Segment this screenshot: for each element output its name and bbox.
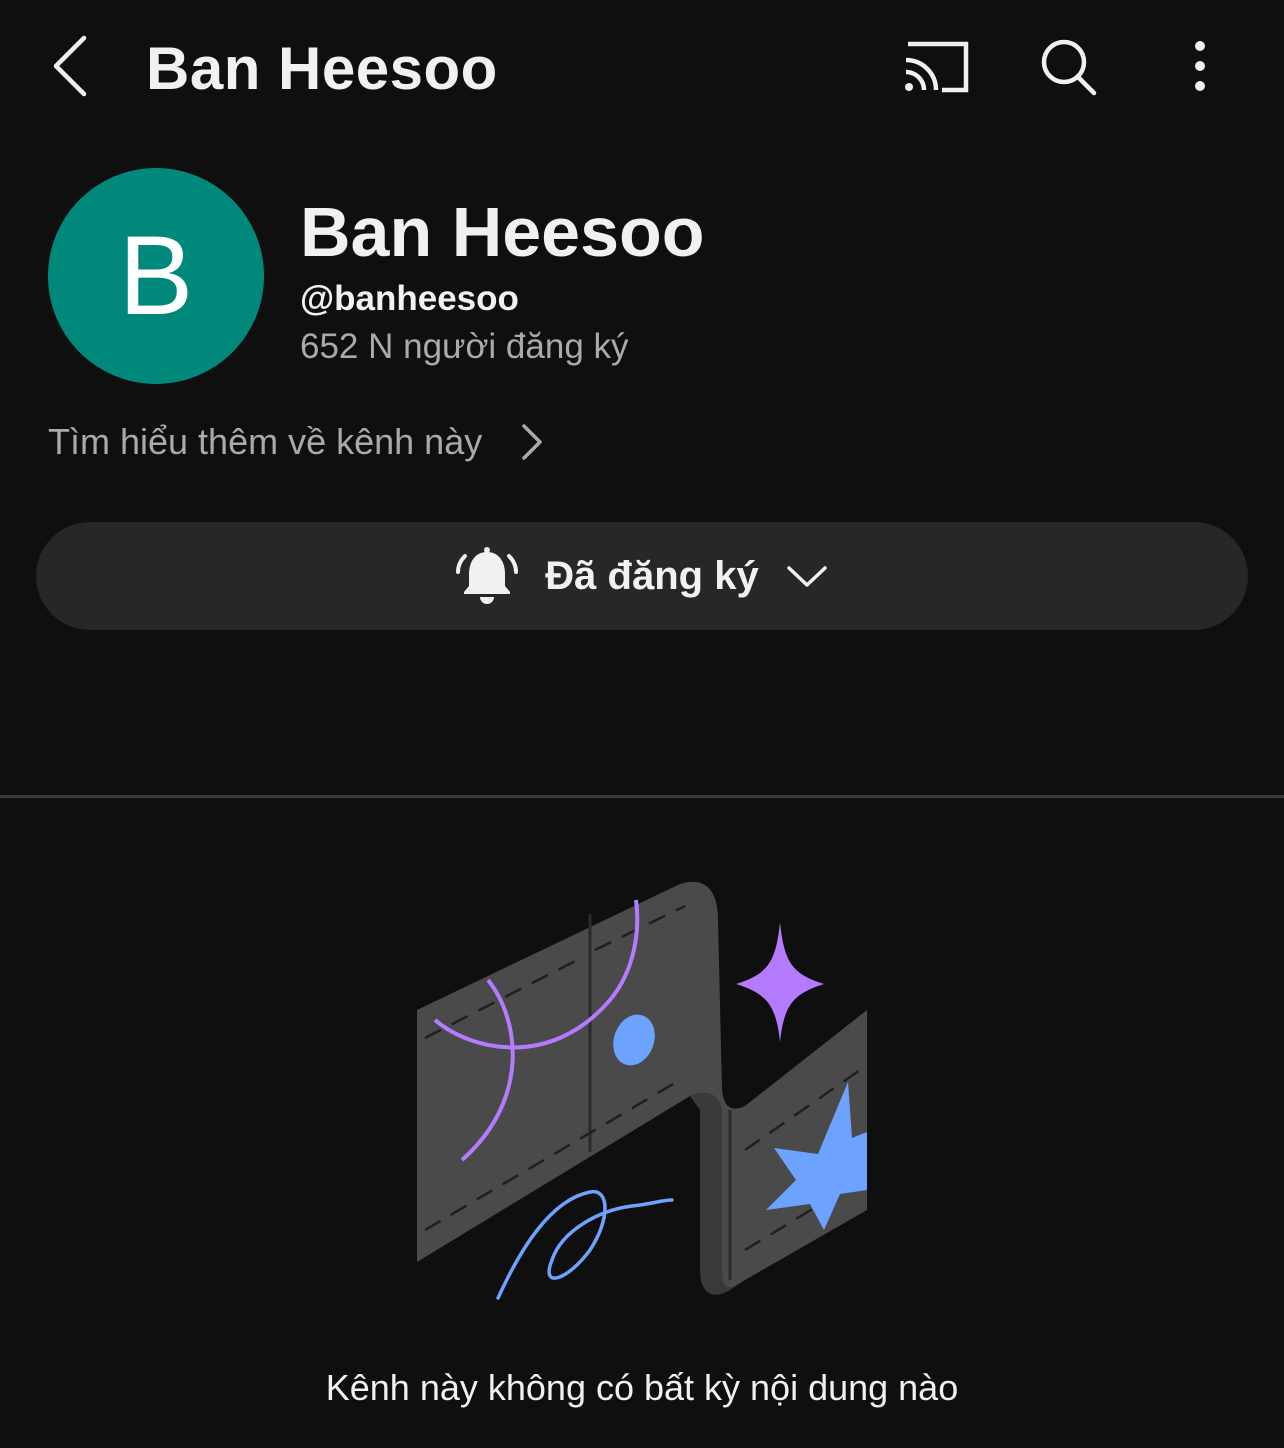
cast-icon (905, 41, 969, 93)
more-options-button[interactable] (1172, 30, 1228, 104)
channel-avatar[interactable]: B (48, 168, 264, 384)
bell-ringing-icon (456, 547, 519, 604)
section-divider (0, 795, 1284, 798)
empty-state-message: Kênh này không có bất kỳ nội dung nào (325, 1367, 959, 1408)
channel-name: Ban Heesoo (300, 193, 705, 271)
subscribed-button[interactable]: Đã đăng ký (36, 522, 1248, 630)
avatar-letter: B (118, 213, 194, 338)
cast-button[interactable] (896, 32, 976, 102)
about-channel-label: Tìm hiểu thêm về kênh này (48, 421, 483, 462)
more-vert-icon (1195, 41, 1205, 91)
back-button[interactable] (40, 30, 104, 102)
top-app-bar: Ban Heesoo (0, 0, 1284, 136)
search-button[interactable] (1030, 30, 1106, 104)
search-icon (1041, 39, 1097, 96)
chevron-right-icon (522, 424, 542, 460)
channel-handle: @banheesoo (300, 279, 519, 318)
about-channel-link[interactable]: Tìm hiểu thêm về kênh này (48, 414, 546, 470)
back-arrow-icon (53, 35, 87, 97)
subscriber-count: 652 N người đăng ký (300, 327, 629, 366)
chevron-down-icon (786, 566, 827, 587)
page-title: Ban Heesoo (146, 35, 498, 102)
channel-page: Ban Heesoo B Ban Heesoo @banheesoo 652 N… (0, 0, 1284, 1448)
empty-channel-illustration (417, 881, 867, 1300)
subscribed-label: Đã đăng ký (545, 554, 759, 598)
